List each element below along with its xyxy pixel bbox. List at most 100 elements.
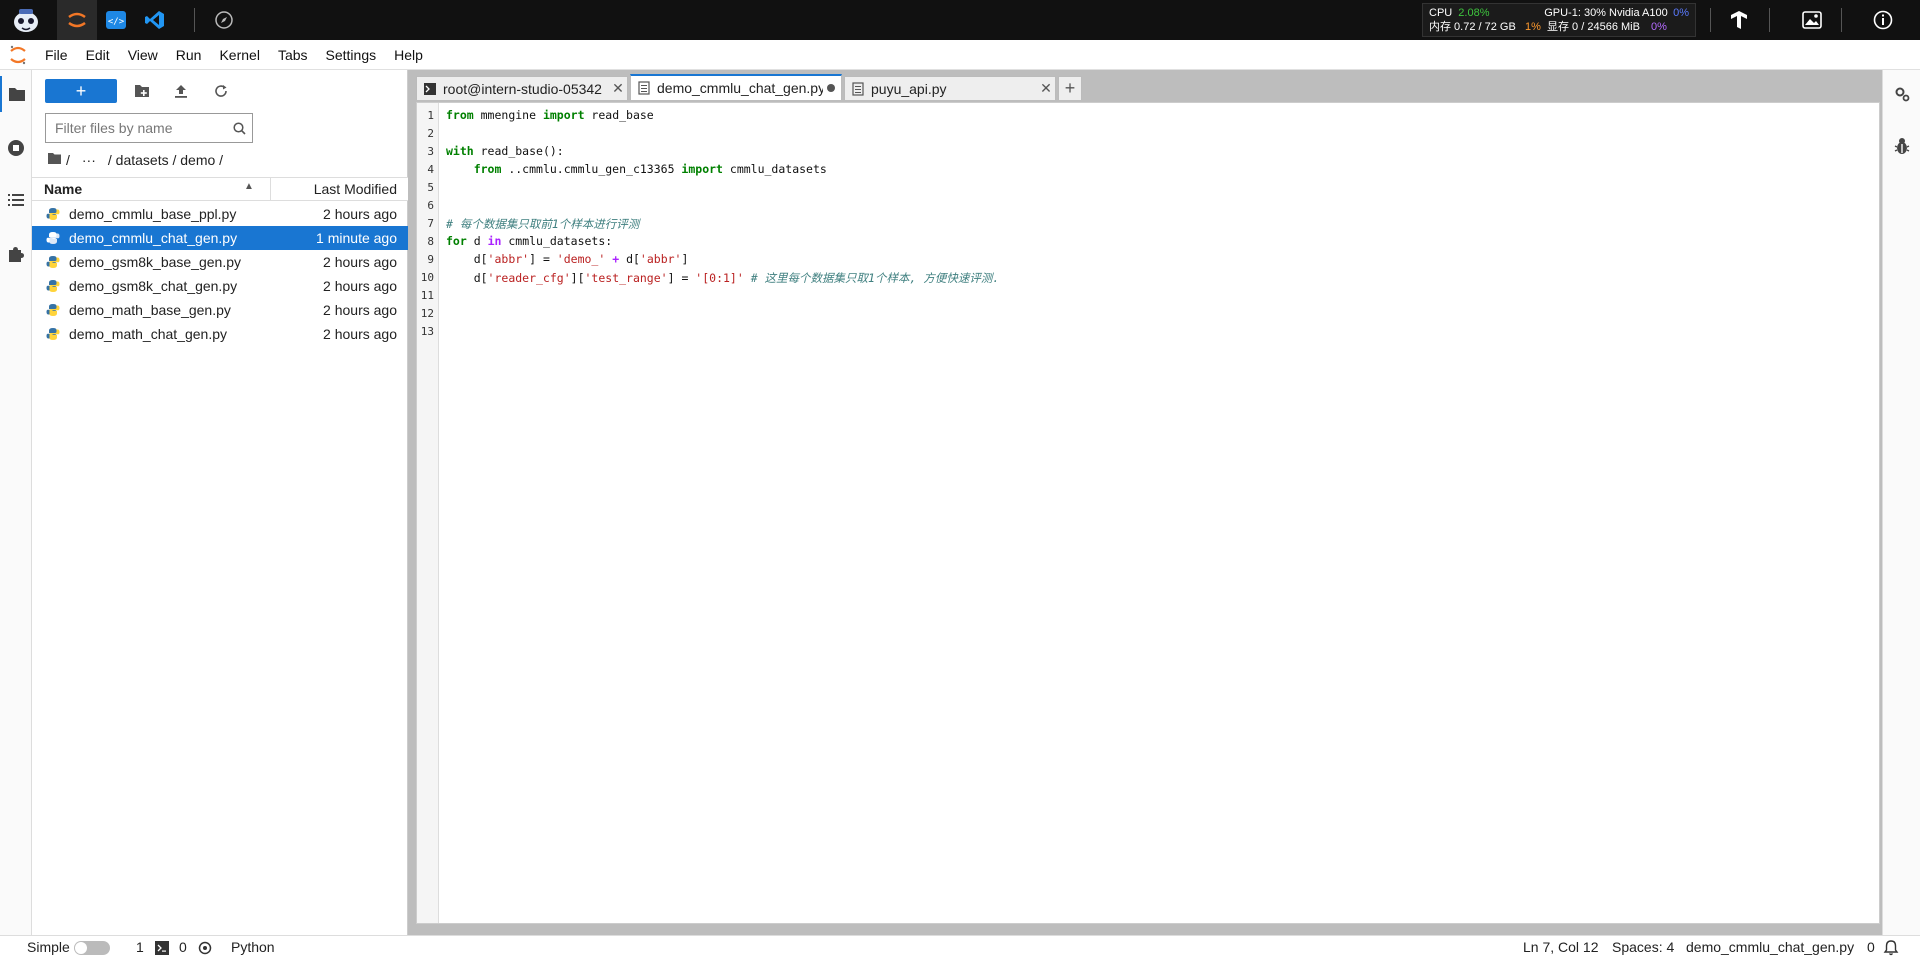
simple-mode-toggle[interactable] (74, 941, 110, 955)
code-line: with read_base(): (446, 144, 564, 158)
line-number: 11 (420, 289, 434, 302)
gpu-label: GPU-1: 30% Nvidia A100 (1544, 7, 1668, 19)
menu-settings[interactable]: Settings (317, 40, 386, 70)
debugger-bug-icon[interactable] (1886, 128, 1918, 164)
tab-puyu-api[interactable]: puyu_api.py ✕ (844, 76, 1056, 100)
code-token: read_base (584, 108, 654, 122)
sort-caret-icon: ▲ (244, 181, 254, 192)
file-list-header: Name ▲ Last Modified (32, 177, 408, 201)
code-string: 'demo_' (556, 252, 606, 266)
code-editor[interactable]: 1 2 3 4 5 6 7 8 9 10 11 12 13 from mmeng… (416, 102, 1880, 924)
running-kernels-icon[interactable] (0, 130, 32, 166)
notification-count[interactable]: 0 (1867, 939, 1875, 955)
code-token: d (466, 234, 488, 248)
folder-home-icon[interactable] (47, 152, 62, 168)
line-number: 12 (420, 307, 434, 320)
line-number: 7 (427, 217, 434, 230)
menu-kernel[interactable]: Kernel (210, 40, 268, 70)
file-row[interactable]: demo_gsm8k_base_gen.py 2 hours ago (32, 250, 408, 274)
jupyter-logo-icon (0, 40, 36, 70)
line-number: 2 (427, 127, 434, 140)
file-name: demo_gsm8k_base_gen.py (69, 254, 242, 270)
menu-file[interactable]: File (36, 40, 77, 70)
document-tab-bar: root@intern-studio-05342 ✕ demo_cmmlu_ch… (416, 74, 1082, 100)
terminal-icon (423, 82, 437, 96)
breadcrumb-path[interactable]: / datasets / demo / (108, 152, 223, 168)
close-icon[interactable]: ✕ (609, 80, 627, 97)
tab-demo-cmmlu-chat-gen[interactable]: demo_cmmlu_chat_gen.py (630, 74, 842, 100)
new-launcher-button[interactable]: + (45, 79, 117, 103)
file-row[interactable]: demo_math_chat_gen.py 2 hours ago (32, 322, 408, 346)
code-string: '[0:1]' (695, 271, 744, 285)
line-number: 1 (427, 109, 434, 122)
tensorflow-icon[interactable] (1719, 0, 1759, 40)
line-number: 5 (427, 181, 434, 194)
close-icon[interactable]: ✕ (1037, 80, 1055, 97)
right-sidebar (1882, 70, 1920, 935)
upload-icon[interactable] (169, 79, 193, 103)
code-line: # 每个数据集只取前1个样本进行评测 (446, 216, 639, 232)
file-name: demo_math_base_gen.py (69, 302, 231, 318)
indent-spaces[interactable]: Spaces: 4 (1612, 939, 1674, 955)
menu-help[interactable]: Help (385, 40, 432, 70)
property-inspector-gears-icon[interactable] (1886, 76, 1918, 112)
file-row-selected[interactable]: demo_cmmlu_chat_gen.py 1 minute ago (32, 226, 408, 250)
name-column-header[interactable]: Name (44, 181, 82, 197)
breadcrumb-ellipsis[interactable]: ··· (82, 152, 96, 168)
intern-mascot-logo-icon[interactable] (6, 0, 46, 40)
kernel-name[interactable]: Python (231, 939, 275, 955)
text-file-icon (851, 81, 865, 96)
extensions-puzzle-icon[interactable] (0, 236, 32, 272)
tab-terminal[interactable]: root@intern-studio-05342 ✕ (416, 76, 628, 100)
vram-label: 显存 0 / 24566 MiB (1547, 21, 1640, 33)
code-token: d[ (446, 252, 488, 266)
code-token: read_base(): (473, 144, 564, 158)
filter-files-placeholder: Filter files by name (55, 120, 173, 136)
file-row[interactable]: demo_gsm8k_chat_gen.py 2 hours ago (32, 274, 408, 298)
code-string: 'abbr' (639, 252, 682, 266)
file-modified: 2 hours ago (323, 326, 397, 342)
file-browser-panel: + Filter files by name / ··· / datasets … (32, 70, 408, 935)
kernel-count[interactable]: 0 (179, 939, 187, 955)
cpu-label: CPU (1429, 7, 1453, 19)
table-of-contents-icon[interactable] (0, 182, 32, 218)
refresh-icon[interactable] (209, 79, 233, 103)
left-activity-bar (0, 70, 32, 935)
text-file-icon (637, 81, 651, 95)
image-edit-icon[interactable] (1792, 0, 1832, 40)
info-icon[interactable] (1863, 0, 1903, 40)
code-comment: # 每个数据集只取前1个样本进行评测 (446, 217, 640, 231)
svg-text:</>: </> (108, 17, 125, 27)
python-file-icon (46, 255, 60, 269)
system-monitor: CPU 2.08% GPU-1: 30% Nvidia A100 0% 内存 0… (1422, 3, 1696, 37)
jupyter-app-icon[interactable] (57, 0, 97, 40)
menu-view[interactable]: View (119, 40, 167, 70)
code-server-app-icon[interactable]: </> (96, 0, 136, 40)
code-token: ] = (667, 271, 696, 285)
menu-tabs[interactable]: Tabs (269, 40, 317, 70)
new-folder-icon[interactable] (130, 79, 154, 103)
filter-files-input[interactable]: Filter files by name (45, 113, 253, 143)
vscode-app-icon[interactable] (135, 0, 175, 40)
terminal-count[interactable]: 1 (136, 939, 144, 955)
code-token: d[ (619, 252, 640, 266)
menu-run[interactable]: Run (167, 40, 211, 70)
menu-edit[interactable]: Edit (77, 40, 119, 70)
file-modified: 2 hours ago (323, 206, 397, 222)
file-row[interactable]: demo_cmmlu_base_ppl.py 2 hours ago (32, 202, 408, 226)
code-string: 'reader_cfg' (487, 271, 571, 285)
file-browser-tab-icon[interactable] (0, 76, 32, 112)
python-file-icon (46, 231, 60, 245)
last-modified-column-header[interactable]: Last Modified (314, 181, 397, 197)
code-token: from (473, 162, 502, 176)
file-row[interactable]: demo_math_base_gen.py 2 hours ago (32, 298, 408, 322)
main-dock-area: root@intern-studio-05342 ✕ demo_cmmlu_ch… (408, 70, 1882, 935)
vram-usage: 0% (1651, 21, 1667, 33)
add-tab-button[interactable]: + (1058, 76, 1082, 100)
cursor-position[interactable]: Ln 7, Col 12 (1523, 939, 1599, 955)
code-string: 'abbr' (487, 252, 530, 266)
unsaved-dot-icon[interactable] (827, 84, 835, 92)
bell-icon[interactable] (1883, 940, 1899, 959)
compass-icon[interactable] (204, 0, 244, 40)
